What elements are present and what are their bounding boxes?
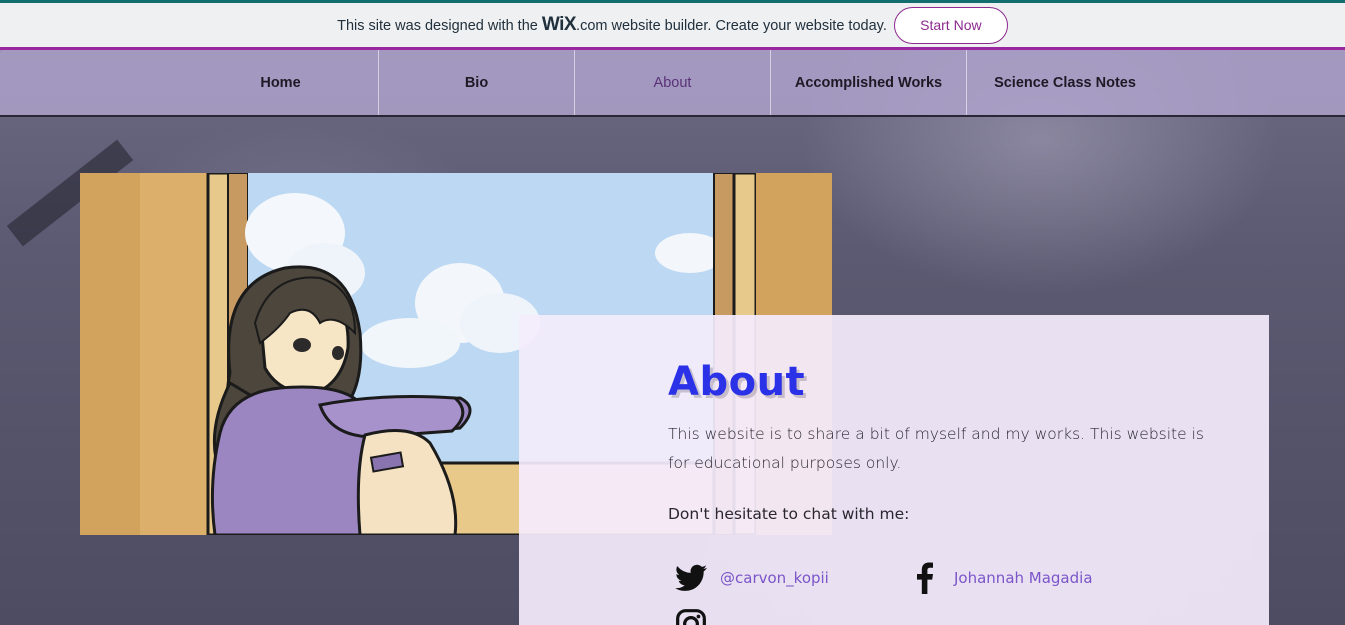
about-title: About [668,359,806,405]
facebook-icon [908,561,942,595]
twitter-icon [674,561,708,595]
social-facebook[interactable]: Johannah Magadia [908,561,1093,595]
nav-item-accomplished-works[interactable]: Accomplished Works [771,50,967,115]
wix-logo: WiX [541,14,577,35]
wix-promo-text-after: website builder. Create your website tod… [611,18,887,34]
instagram-icon [674,607,708,625]
nav-item-about[interactable]: About [575,50,771,115]
social-twitter[interactable]: @carvon_kopii [674,561,829,595]
wix-promo-text-before: This site was designed with the [337,18,538,34]
social-instagram[interactable] [674,607,708,625]
nav-item-bio[interactable]: Bio [379,50,575,115]
twitter-handle[interactable]: @carvon_kopii [720,569,829,587]
about-description: This website is to share a bit of myself… [668,425,1204,472]
nav-item-science-class-notes[interactable]: Science Class Notes [967,50,1163,115]
nav-menu: Home Bio About Accomplished Works Scienc… [183,50,1163,115]
about-card: About This website is to share a bit of … [519,315,1269,625]
main-navigation: Home Bio About Accomplished Works Scienc… [0,50,1345,117]
wix-promo-banner: This site was designed with the WiX .com… [0,0,1345,50]
facebook-handle[interactable]: Johannah Magadia [954,569,1093,587]
wix-promo-text: This site was designed with the WiX .com… [337,14,887,36]
chat-prompt: Don't hesitate to chat with me: [668,505,910,523]
wix-logo-suffix: .com [576,18,608,34]
nav-item-home[interactable]: Home [183,50,379,115]
start-now-button[interactable]: Start Now [893,6,1008,44]
